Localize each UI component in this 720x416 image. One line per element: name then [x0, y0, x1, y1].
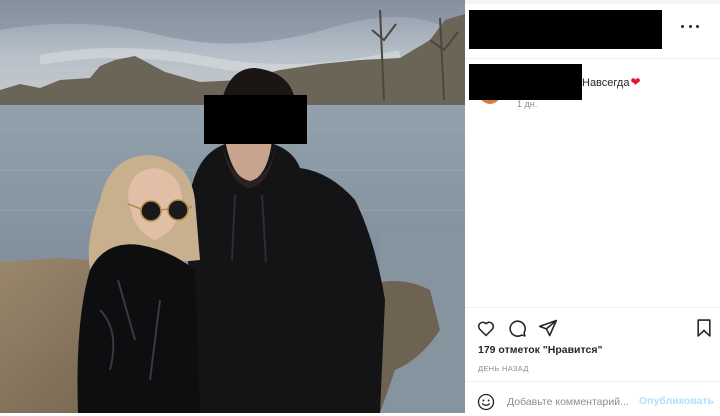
photo-scene — [0, 0, 465, 413]
heart-emoji: ❤ — [630, 75, 641, 89]
smiley-icon[interactable] — [477, 393, 495, 411]
dot — [688, 24, 692, 28]
divider — [465, 58, 720, 59]
add-comment-input[interactable] — [507, 393, 635, 411]
dot — [681, 24, 684, 28]
publish-button[interactable]: Опубликовать — [639, 395, 714, 407]
paper-plane-icon[interactable] — [538, 318, 558, 338]
ellipsis-icon[interactable] — [681, 20, 699, 32]
heart-outline-icon[interactable] — [476, 318, 496, 338]
comment-timestamp: 1 дн. — [517, 99, 538, 109]
divider — [465, 381, 720, 382]
post-photo[interactable] — [0, 0, 465, 413]
speech-bubble-icon[interactable] — [507, 318, 527, 338]
dot — [696, 24, 699, 28]
comment-text: Навсегда❤ — [582, 75, 641, 89]
likes-count[interactable]: 179 отметок "Нравится" — [478, 344, 602, 356]
comment-body: Навсегда — [582, 77, 630, 89]
author-header-redacted — [469, 10, 662, 49]
divider — [465, 307, 720, 308]
bookmark-icon[interactable] — [694, 318, 714, 338]
top-strip — [465, 0, 720, 4]
commenter-name-redacted — [469, 64, 582, 100]
post-timestamp[interactable]: ДЕНЬ НАЗАД — [478, 364, 529, 373]
post-sidebar: Навсегда❤ 1 дн. 179 отметок "Нравится" Д… — [465, 0, 720, 413]
